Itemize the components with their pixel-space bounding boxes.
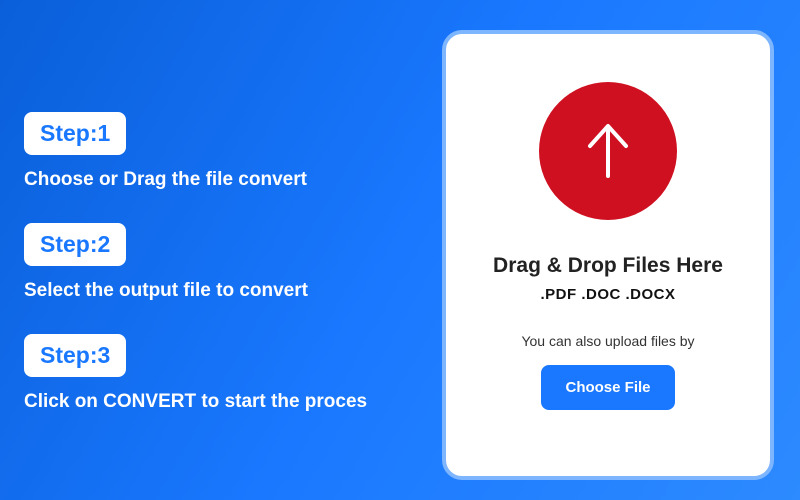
supported-formats: .PDF .DOC .DOCX xyxy=(540,286,675,303)
step-1-badge: Step:1 xyxy=(24,112,126,155)
step-3-badge: Step:3 xyxy=(24,334,126,377)
upload-arrow-icon[interactable] xyxy=(539,82,677,220)
step-3-desc: Click on CONVERT to start the proces xyxy=(24,391,424,413)
step-1-desc: Choose or Drag the file convert xyxy=(24,169,424,191)
step-2: Step:2 Select the output file to convert xyxy=(24,223,424,302)
also-upload-text: You can also upload files by xyxy=(521,333,694,349)
step-3: Step:3 Click on CONVERT to start the pro… xyxy=(24,334,424,413)
upload-card[interactable]: Drag & Drop Files Here .PDF .DOC .DOCX Y… xyxy=(442,30,774,480)
drag-drop-title: Drag & Drop Files Here xyxy=(493,254,723,278)
choose-file-button[interactable]: Choose File xyxy=(541,365,674,410)
step-2-badge: Step:2 xyxy=(24,223,126,266)
step-1: Step:1 Choose or Drag the file convert xyxy=(24,112,424,191)
steps-panel: Step:1 Choose or Drag the file convert S… xyxy=(24,112,424,445)
step-2-desc: Select the output file to convert xyxy=(24,280,424,302)
